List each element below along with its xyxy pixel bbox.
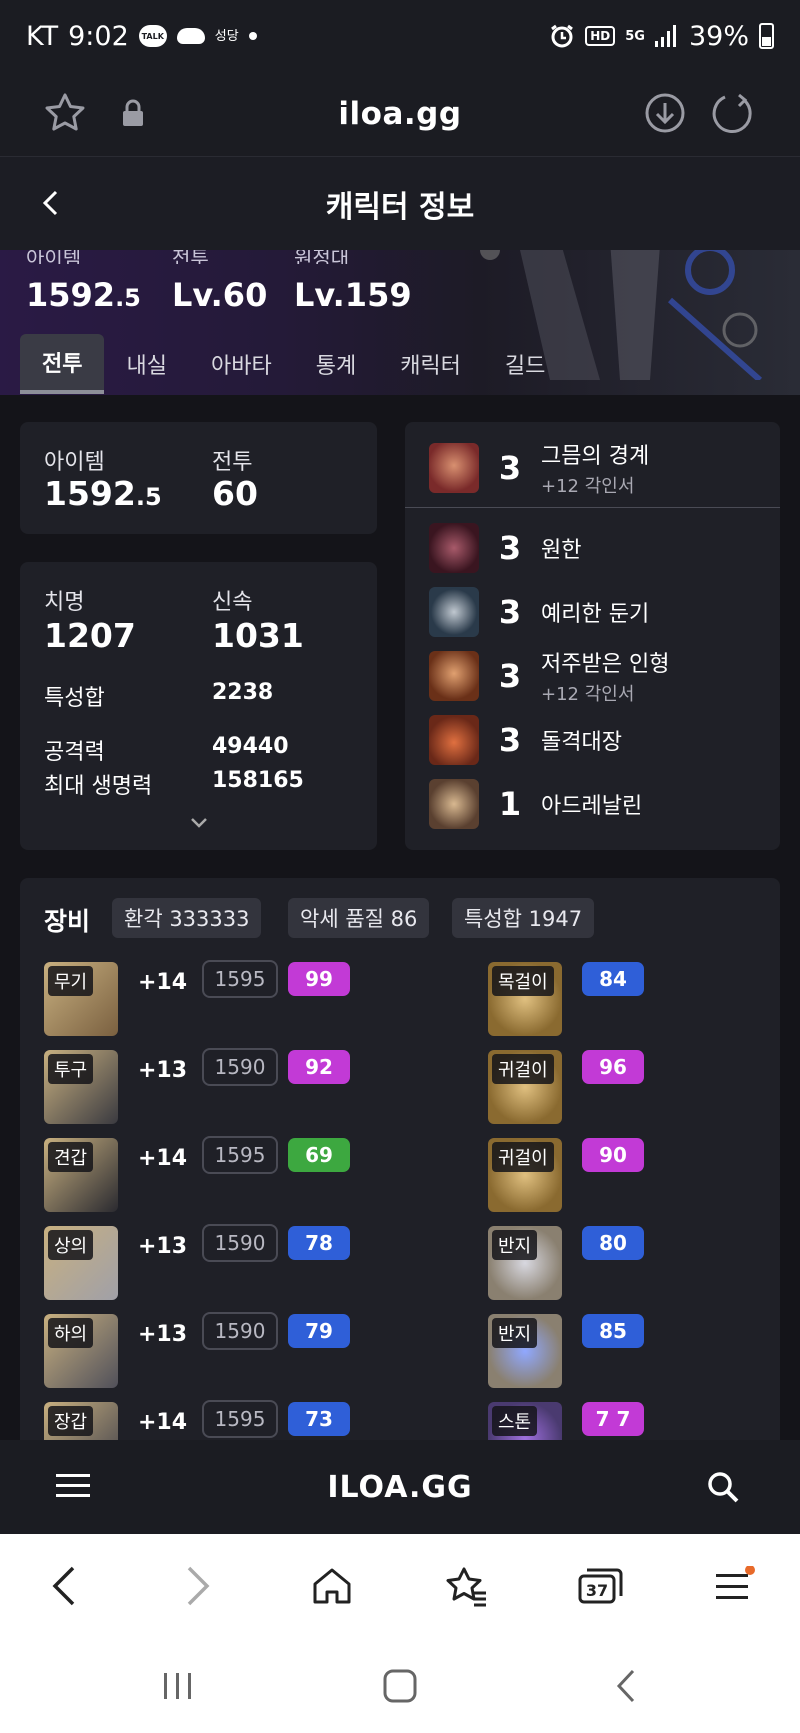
carrier: KT [26,20,59,52]
site-logo[interactable]: ILOA.GG [327,1470,472,1505]
clock: 9:02 [68,20,129,52]
trait-sum-value: 2238 [212,680,274,705]
item-level-value: 1592.5 [44,474,162,513]
engraving-icon [429,779,479,829]
browser-address-bar: iloa.gg [0,72,800,156]
tab-combat[interactable]: 전투 [20,334,105,394]
recent-apps-icon[interactable] [156,1664,200,1708]
battery-percent: 39% [688,20,749,52]
tab-avatar[interactable]: 아바타 [189,334,294,394]
engraving-icon [429,587,479,637]
notification-dot-icon [248,32,257,40]
ring-icon: 반지 [488,1226,562,1300]
alarm-icon [551,24,574,48]
forward-arrow-icon[interactable] [170,1558,226,1614]
system-navbar [0,1634,800,1733]
5g-icon: 5G [625,28,645,44]
necklace-icon: 목걸이 [488,962,562,1036]
hero-roster-level: 원정대 Lv.159 [294,250,412,314]
signal-icon [654,25,676,47]
stone-icon: 스톤 [488,1402,562,1440]
chest-icon: 상의 [44,1226,118,1300]
battery-icon [759,23,774,49]
earring-icon: 귀걸이 [488,1138,562,1212]
system-back-icon[interactable] [604,1664,648,1708]
home-button-icon[interactable] [378,1664,422,1708]
cloud-icon [176,28,205,44]
page-title: 캐릭터 정보 [325,189,475,225]
swift-value: 1031 [212,616,304,655]
hp-value: 158165 [212,768,304,793]
helmet-icon: 투구 [44,1050,118,1124]
tab-count: 37 [586,1581,608,1600]
home-icon[interactable] [304,1558,360,1614]
chip-accessory-quality: 악세 품질 86 [288,898,430,938]
download-icon[interactable] [640,88,690,138]
engraving-row[interactable]: 3 돌격대장 [405,708,780,772]
engraving-icon [429,523,479,573]
shoulder-icon: 견갑 [44,1138,118,1212]
engraving-row[interactable]: 3 예리한 둔기 [405,580,780,644]
status-bar: KT 9:02 TALK 성당 HD 5G 39% [0,0,800,72]
engraving-row[interactable]: 3 그믐의 경계 +12 각인서 [405,436,780,500]
tab-character[interactable]: 캐릭터 [378,334,483,394]
tab-stats[interactable]: 통계 [294,334,378,394]
attack-value: 49440 [212,734,289,759]
combat-level-label: 전투 [212,450,253,475]
engravings-card: 3 그믐의 경계 +12 각인서 3 원한 3 예리한 둔기 3 저주받은 인형… [405,422,780,850]
bookmarks-icon[interactable] [438,1558,494,1614]
tab-guild[interactable]: 길드 [483,334,567,394]
chip-transcendence: 환각 333333 [112,898,262,938]
tab-internal[interactable]: 내실 [104,334,188,394]
back-arrow-icon[interactable] [36,1558,92,1614]
crit-value: 1207 [44,616,136,655]
pants-icon: 하의 [44,1314,118,1388]
app-badge-icon: 성당 [214,28,239,44]
summary-card: 아이템 1592.5 전투 60 [20,422,377,534]
equipment-card: 장비 환각 333333 악세 품질 86 특성합 1947 무기 +14 15… [20,878,780,1440]
expand-chevron-icon[interactable] [190,814,208,833]
ring-icon: 반지 [488,1314,562,1388]
site-navbar: ILOA.GG [0,1440,800,1534]
trait-sum-label: 특성합 [44,686,105,711]
engraving-row[interactable]: 3 저주받은 인형 +12 각인서 [405,644,780,708]
page-header: 캐릭터 정보 [0,156,800,250]
back-icon[interactable] [30,183,70,223]
hamburger-menu-icon[interactable] [56,1472,90,1504]
search-icon[interactable] [706,1470,740,1508]
refresh-icon[interactable] [708,88,758,138]
earring-icon: 귀걸이 [488,1050,562,1124]
attack-label: 공격력 [44,740,105,765]
item-level-label: 아이템 [44,450,105,475]
hero-combat-level: 전투 Lv.60 [172,250,268,314]
browser-toolbar: 37 [0,1534,800,1634]
engraving-icon [429,651,479,701]
swift-label: 신속 [212,590,253,615]
crit-label: 치명 [44,590,85,615]
divider [405,507,780,508]
combat-level-value: 60 [212,474,258,513]
tabs-icon[interactable]: 37 [572,1558,628,1614]
hd-icon: HD [585,26,616,46]
stats-card: 치명 1207 신속 1031 특성합 2238 공격력 49440 최대 생명… [20,562,377,850]
weapon-icon: 무기 [44,962,118,1036]
character-tabs: 전투 내실 아바타 통계 캐릭터 길드 [0,334,800,396]
menu-icon[interactable] [706,1558,762,1614]
engraving-icon [429,715,479,765]
gloves-icon: 장갑 [44,1402,118,1440]
kakaotalk-icon: TALK [138,25,167,47]
engraving-icon [429,443,479,493]
hero-item-level: 아이템 1592.5 [26,250,141,314]
hp-label: 최대 생명력 [44,774,153,799]
engraving-row[interactable]: 3 원한 [405,516,780,580]
chip-trait-sum: 특성합 1947 [452,898,595,938]
engraving-row[interactable]: 1 아드레날린 [405,772,780,836]
equipment-title: 장비 [44,907,91,936]
